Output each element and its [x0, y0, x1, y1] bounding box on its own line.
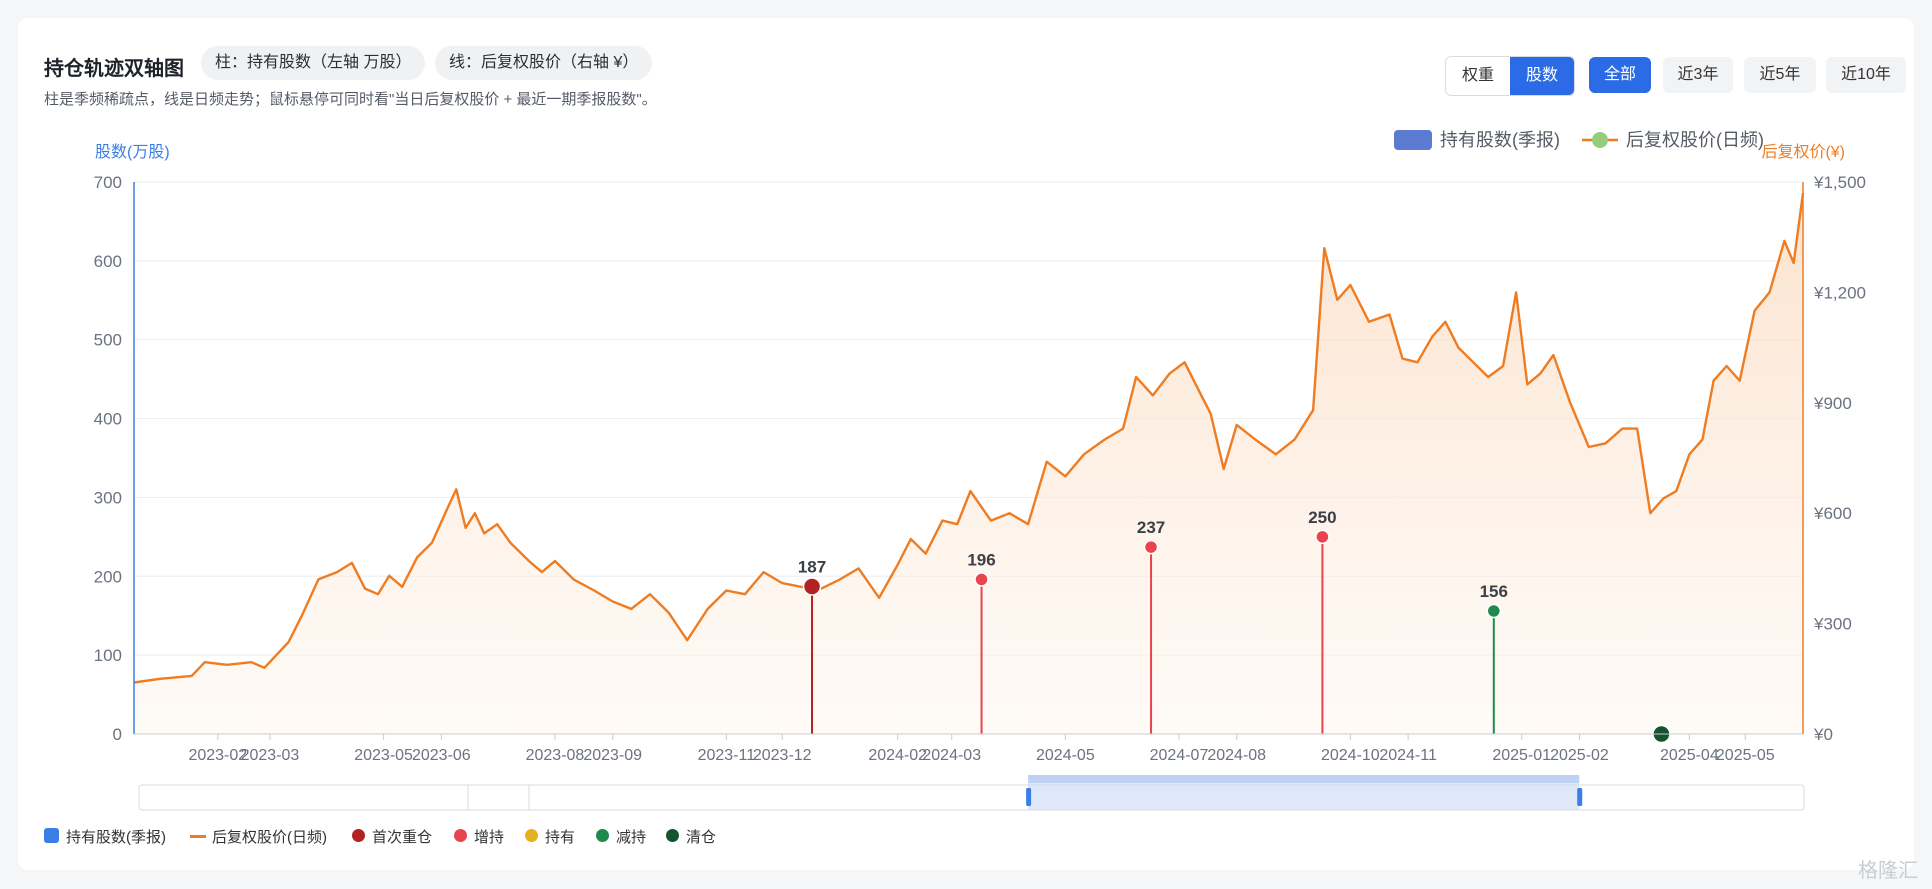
x-axis-tick-label: 2024-11 [1379, 747, 1437, 764]
bar-swatch-icon [44, 828, 59, 843]
x-axis-tick-label: 2023-06 [412, 747, 471, 764]
right-axis-tick-label: ¥900 [1813, 394, 1852, 413]
left-axis-tick-label: 500 [94, 331, 122, 350]
right-axis-tick-label: ¥0 [1813, 725, 1833, 744]
x-axis-tick-label: 2025-01 [1492, 747, 1551, 764]
right-axis-tick-label: ¥600 [1813, 504, 1852, 523]
right-axis-tick-label: ¥1,200 [1813, 283, 1866, 302]
legend-bar-swatch-icon [1394, 130, 1432, 150]
x-axis-tick-label: 2025-04 [1660, 747, 1719, 764]
x-axis-tick-label: 2023-05 [354, 747, 413, 764]
holding-value-label: 156 [1480, 582, 1508, 601]
x-axis-tick-label: 2024-05 [1036, 747, 1095, 764]
holding-value-label: 196 [967, 550, 995, 569]
line-swatch-icon [190, 835, 206, 838]
x-axis-tick-label: 2023-08 [526, 747, 585, 764]
legend-line-marker-icon [1592, 132, 1608, 148]
right-axis-tick-label: ¥300 [1813, 615, 1852, 634]
x-axis-tick-label: 2024-02 [868, 747, 927, 764]
x-axis-tick-label: 2023-11 [698, 747, 756, 764]
reduce-position-dot-icon [596, 829, 609, 842]
x-axis-tick-label: 2023-09 [583, 747, 642, 764]
hold-position-dot-icon [525, 829, 538, 842]
holding-value-label: 187 [798, 558, 826, 577]
left-axis-tick-label: 0 [113, 725, 122, 744]
left-axis-tick-label: 700 [94, 173, 122, 192]
holding-point [1486, 603, 1502, 619]
x-axis-tick-label: 2023-12 [753, 747, 812, 764]
right-axis-title: 后复权价(¥) [1761, 143, 1845, 161]
x-axis-tick-label: 2024-08 [1207, 747, 1266, 764]
first-position-dot-icon [352, 829, 365, 842]
left-axis-tick-label: 600 [94, 252, 122, 271]
holding-value-label: 237 [1137, 518, 1165, 537]
left-axis-tick-label: 400 [94, 410, 122, 429]
holding-point [802, 577, 822, 596]
x-axis-tick-label: 2025-02 [1550, 747, 1609, 764]
x-axis-tick-label: 2024-03 [922, 747, 981, 764]
legend-line-label: 后复权股价(日频) [1626, 130, 1764, 150]
zoom-start-handle[interactable] [1026, 788, 1032, 806]
x-axis-tick-label: 2024-07 [1150, 747, 1209, 764]
watermark-logo: 格隆汇 [1858, 860, 1918, 882]
x-axis-tick-label: 2023-03 [241, 747, 300, 764]
x-axis-tick-label: 2024-10 [1321, 747, 1380, 764]
holding-point [1315, 529, 1330, 545]
holding-point [974, 572, 989, 587]
zoom-end-handle[interactable] [1577, 788, 1583, 806]
left-axis-tick-label: 300 [94, 488, 122, 507]
dual-axis-chart: 187 196 237 250 156 0 100 200 300 400 500 600 700 ¥0… [94, 130, 1866, 811]
left-axis-tick-label: 100 [94, 646, 122, 665]
zoom-move-handle [1028, 775, 1580, 783]
price-area [134, 193, 1803, 734]
left-axis-tick-label: 200 [94, 567, 122, 586]
clear-position-dot-icon [666, 829, 679, 842]
x-axis-tick-label: 2023-02 [188, 747, 247, 764]
x-axis-tick-label: 2025-05 [1716, 747, 1775, 764]
add-position-dot-icon [454, 829, 467, 842]
legend-bar-label: 持有股数(季报) [1440, 130, 1560, 150]
left-axis-title: 股数(万股) [95, 143, 170, 161]
right-axis-tick-label: ¥1,500 [1813, 173, 1866, 192]
holding-point [1143, 539, 1159, 555]
holding-value-label: 250 [1308, 508, 1336, 527]
